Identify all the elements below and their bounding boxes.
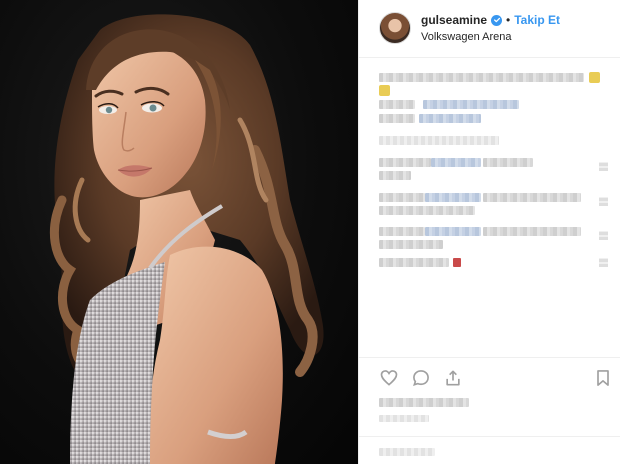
post-side-panel: gulseamine • Takip Et Volkswagen Arena bbox=[358, 0, 620, 464]
actions-divider bbox=[359, 357, 620, 358]
comment-box-divider bbox=[359, 436, 620, 437]
share-icon[interactable] bbox=[443, 368, 463, 388]
comment-like-icon[interactable] bbox=[599, 197, 608, 206]
location-link[interactable]: Volkswagen Arena bbox=[421, 31, 512, 43]
heart-icon[interactable] bbox=[379, 368, 399, 388]
post-header: gulseamine • Takip Et Volkswagen Arena bbox=[359, 0, 620, 58]
username-link[interactable]: gulseamine bbox=[421, 13, 487, 27]
bookmark-icon[interactable] bbox=[593, 368, 613, 388]
portrait-image bbox=[49, 14, 324, 464]
comment-icon[interactable] bbox=[411, 368, 431, 388]
separator-dot: • bbox=[506, 13, 511, 27]
comment-like-icon[interactable] bbox=[599, 231, 608, 240]
verified-badge-icon bbox=[491, 14, 503, 26]
post-photo[interactable] bbox=[0, 0, 358, 464]
comment-like-icon[interactable] bbox=[599, 162, 608, 171]
avatar[interactable] bbox=[379, 12, 411, 44]
comment-like-icon[interactable] bbox=[599, 258, 608, 267]
follow-button[interactable]: Takip Et bbox=[514, 13, 560, 27]
user-row: gulseamine • Takip Et bbox=[421, 13, 560, 27]
